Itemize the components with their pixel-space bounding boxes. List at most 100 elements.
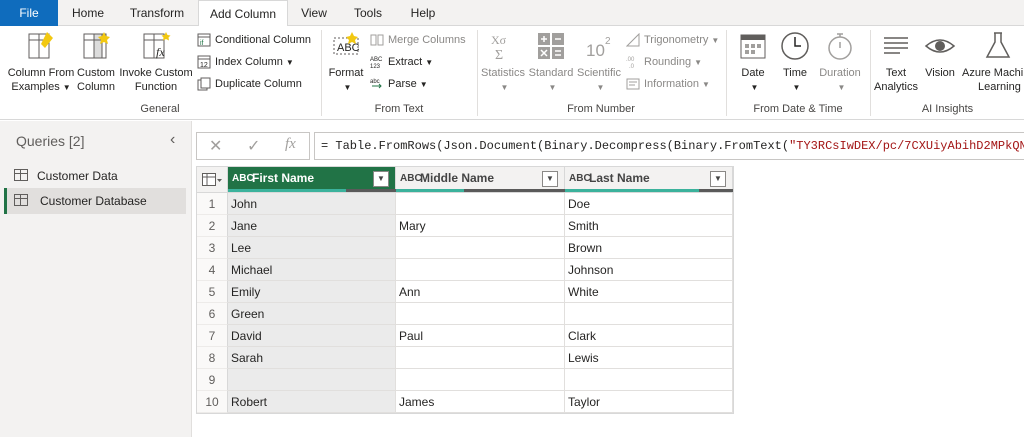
tab-home[interactable]: Home [62,0,114,26]
invoke-function-icon: fx [143,32,171,59]
rounding-button[interactable]: .00.0 Rounding ▼ [626,52,702,72]
time-button[interactable]: Time ▼ [774,30,816,95]
cell-last-name[interactable]: Lewis [565,347,733,369]
cell-first-name[interactable]: Michael [228,259,396,281]
cell-last-name[interactable]: Johnson [565,259,733,281]
cell-last-name[interactable]: Smith [565,215,733,237]
date-button[interactable]: Date ▼ [732,30,774,95]
row-number[interactable]: 3 [197,237,228,259]
trigonometry-button[interactable]: Trigonometry ▼ [626,30,719,50]
vision-button[interactable]: Vision [920,30,960,80]
query-item-customer-database[interactable]: Customer Database [4,188,186,214]
svg-text:abc: abc [370,79,380,85]
cell-first-name[interactable]: Sarah [228,347,396,369]
invoke-custom-function-button[interactable]: fx Invoke Custom Function [118,30,194,94]
cell-middle-name[interactable] [396,237,565,259]
information-label: Information [644,78,700,90]
column-header-last-name[interactable]: ABC Last Name ▼ [565,167,733,193]
query-item-customer-data[interactable]: Customer Data [4,163,186,189]
tab-help[interactable]: Help [400,0,446,26]
parse-button[interactable]: abc Parse ▼ [370,74,428,94]
svg-text:Σ: Σ [495,48,503,62]
formula-input[interactable]: = Table.FromRows(Json.Document(Binary.De… [314,132,1024,160]
cell-first-name[interactable]: David [228,325,396,347]
table-row: 5 Emily Ann White [197,281,733,303]
cell-middle-name[interactable] [396,369,565,391]
text-analytics-button[interactable]: Text Analytics [872,30,920,94]
column-header-middle-name[interactable]: ABC Middle Name ▼ [396,167,565,193]
cell-last-name[interactable]: Doe [565,193,733,215]
column-header-first-name[interactable]: ABC First Name ▼ [228,167,396,193]
cell-middle-name[interactable] [396,303,565,325]
format-button[interactable]: ABC Format ▼ [326,30,366,95]
extract-button[interactable]: ABC 123 Extract ▼ [370,52,433,72]
row-number[interactable]: 2 [197,215,228,237]
conditional-column-button[interactable]: if Conditional Column [197,30,311,50]
statistics-button[interactable]: Xσ Σ Statistics ▼ [480,30,526,95]
text-analytics-icon [884,37,908,54]
table-row: 8 Sarah Lewis [197,347,733,369]
collapse-pane-icon[interactable]: ‹ [170,131,175,149]
cell-first-name[interactable]: John [228,193,396,215]
scientific-button[interactable]: 10 2 Scientific ▼ [576,30,622,95]
text-type-icon[interactable]: ABC [569,168,591,190]
column-filter-dropdown[interactable]: ▼ [710,171,726,187]
cell-last-name[interactable]: Clark [565,325,733,347]
cell-middle-name[interactable]: Paul [396,325,565,347]
svg-text:ABC: ABC [370,57,383,63]
confirm-formula-icon[interactable]: ✓ [247,136,260,156]
row-number[interactable]: 8 [197,347,228,369]
cell-first-name[interactable]: Green [228,303,396,325]
text-type-icon[interactable]: ABC [400,168,422,190]
cell-middle-name[interactable]: James [396,391,565,413]
cell-middle-name[interactable]: Ann [396,281,565,303]
cell-middle-name[interactable] [396,193,565,215]
cell-middle-name[interactable]: Mary [396,215,565,237]
duration-button[interactable]: Duration ▼ [816,30,864,95]
row-number[interactable]: 1 [197,193,228,215]
duplicate-column-button[interactable]: Duplicate Column [197,74,302,94]
cell-last-name[interactable] [565,369,733,391]
tab-transform[interactable]: Transform [120,0,194,26]
row-number[interactable]: 4 [197,259,228,281]
azure-ml-button[interactable]: Azure Machi Learning [962,30,1024,94]
text-analytics-label-2: Analytics [873,81,919,93]
cell-first-name[interactable]: Robert [228,391,396,413]
svg-text:if: if [200,40,204,47]
cell-first-name[interactable]: Jane [228,215,396,237]
table-menu-button[interactable] [197,167,228,193]
merge-columns-button[interactable]: Merge Columns [370,30,466,50]
cell-middle-name[interactable] [396,259,565,281]
standard-button[interactable]: Standard ▼ [528,30,574,95]
index-column-button[interactable]: 12 Index Column ▼ [197,52,294,72]
queries-title: Queries [2] [16,133,85,149]
row-number[interactable]: 9 [197,369,228,391]
cell-last-name[interactable] [565,303,733,325]
information-button[interactable]: Information ▼ [626,74,710,94]
cell-last-name[interactable]: White [565,281,733,303]
table-row: 6 Green [197,303,733,325]
column-filter-dropdown[interactable]: ▼ [542,171,558,187]
row-number[interactable]: 10 [197,391,228,413]
query-item-label: Customer Database [40,194,147,208]
cell-last-name[interactable]: Brown [565,237,733,259]
custom-column-button[interactable]: Custom Column [76,30,116,94]
column-from-examples-button[interactable]: Column From Examples ▼ [4,30,78,95]
row-number[interactable]: 6 [197,303,228,325]
cell-middle-name[interactable] [396,347,565,369]
text-type-icon[interactable]: ABC [232,168,254,190]
cancel-formula-icon[interactable]: ✕ [209,136,222,156]
tab-tools[interactable]: Tools [342,0,394,26]
format-icon: ABC [333,32,360,55]
column-filter-dropdown[interactable]: ▼ [373,171,389,187]
cell-first-name[interactable]: Emily [228,281,396,303]
cell-first-name[interactable]: Lee [228,237,396,259]
cell-first-name[interactable] [228,369,396,391]
tab-file[interactable]: File [0,0,58,26]
fx-icon[interactable]: fx [285,136,296,153]
row-number[interactable]: 7 [197,325,228,347]
cell-last-name[interactable]: Taylor [565,391,733,413]
tab-add-column[interactable]: Add Column [198,0,288,27]
tab-view[interactable]: View [292,0,336,26]
row-number[interactable]: 5 [197,281,228,303]
